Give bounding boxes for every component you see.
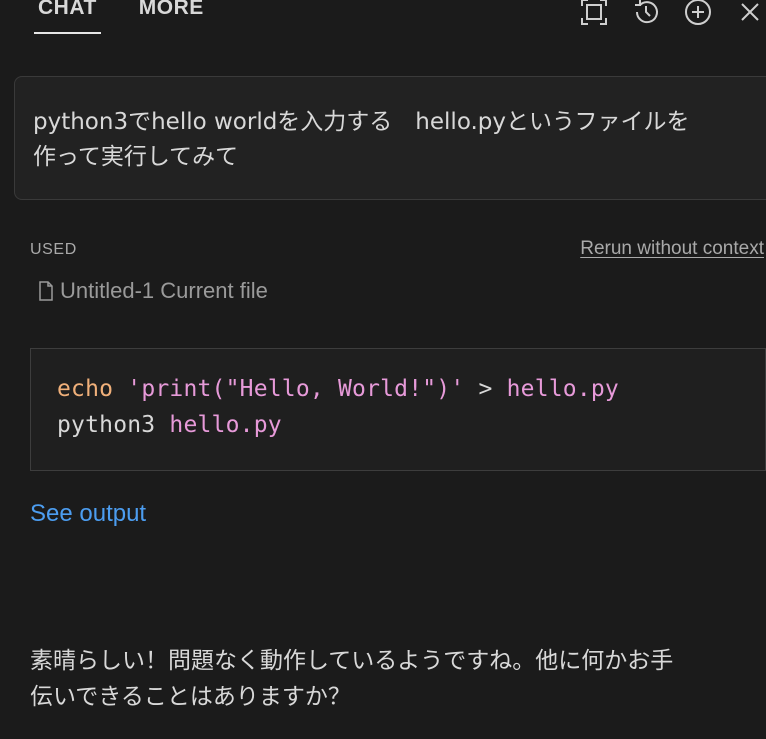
context-file-item[interactable]: Untitled-1 Current file	[38, 278, 268, 304]
code-operator: >	[478, 376, 493, 402]
code-argument: hello.py	[506, 376, 619, 402]
code-line-2: python3 hello.py	[57, 412, 282, 438]
assistant-reply: 素晴らしい！問題なく動作しているようですね。他に何かお手 伝いできることはありま…	[30, 648, 674, 710]
context-file-label: Untitled-1 Current file	[60, 278, 268, 303]
user-prompt-text: python3でhello worldを入力する hello.pyというファイル…	[33, 109, 690, 170]
close-icon[interactable]	[734, 0, 766, 28]
rerun-without-context-link[interactable]: Rerun without context	[580, 238, 764, 260]
used-label: USED	[30, 241, 77, 258]
tab-bar: CHAT MORE	[34, 0, 208, 36]
code-command: python3	[57, 412, 156, 438]
tab-more[interactable]: MORE	[135, 0, 208, 34]
code-line-1: echo 'print("Hello, World!")' > hello.py	[57, 376, 619, 402]
code-block[interactable]: echo 'print("Hello, World!")' > hello.py…	[30, 348, 766, 471]
see-output-link[interactable]: See output	[30, 500, 146, 528]
code-argument: hello.py	[169, 412, 282, 438]
user-prompt-box: python3でhello worldを入力する hello.pyというファイル…	[14, 76, 766, 200]
file-icon	[39, 281, 53, 301]
tab-chat[interactable]: CHAT	[34, 0, 101, 34]
header-actions	[578, 0, 766, 28]
history-icon[interactable]	[630, 0, 662, 28]
code-string: 'print("Hello, World!")'	[127, 376, 465, 402]
add-icon[interactable]	[682, 0, 714, 28]
fullscreen-icon[interactable]	[578, 0, 610, 28]
code-command: echo	[57, 376, 114, 402]
chat-panel: CHAT MORE python3でhello worldを入力する hello…	[0, 0, 766, 739]
